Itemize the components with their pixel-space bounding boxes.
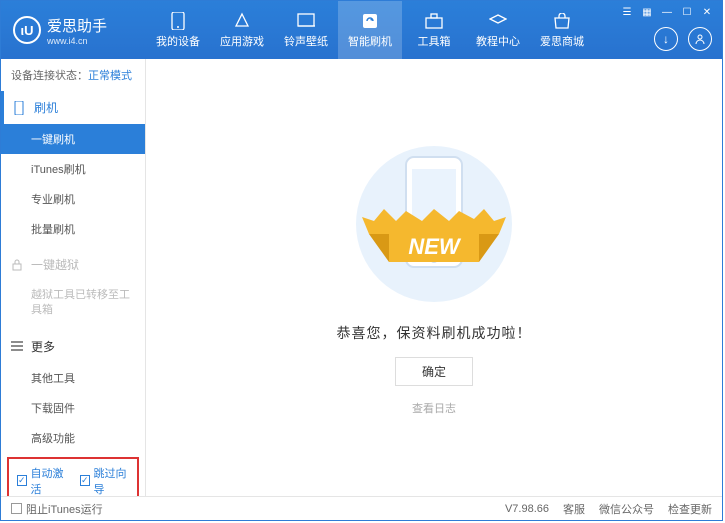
sidebar-item-jailbreak-note: 越狱工具已转移至工具箱 [1,281,145,326]
user-button[interactable] [688,27,712,51]
nav-tabs: 我的设备 应用游戏 铃声壁纸 智能刷机 工具箱 教程中心 [146,1,594,59]
body: 设备连接状态：正常模式 刷机 一键刷机 iTunes刷机 专业刷机 批量刷机 一… [1,59,722,496]
options-highlight-box: ✓ 自动激活 ✓ 跳过向导 [7,457,139,496]
logo-icon: ιU [13,16,41,44]
device-status: 设备连接状态：正常模式 [1,59,145,91]
menu-icon[interactable]: ☰ [618,5,636,19]
window-controls: ☰ ▦ — ☐ ✕ [618,5,716,19]
sidebar-item-pro-flash[interactable]: 专业刷机 [1,184,145,214]
logo-area: ιU 爱思助手 www.i4.cn [1,15,146,46]
lock-icon [11,259,25,271]
view-log-link[interactable]: 查看日志 [412,400,456,416]
phone-icon [168,12,188,30]
phone-illustration: NEW [334,139,534,309]
store-icon [552,12,572,30]
sidebar-item-download-fw[interactable]: 下载固件 [1,393,145,423]
brand-text: 爱思助手 www.i4.cn [47,15,107,46]
checkbox-icon: ✓ [17,475,27,486]
nav-tab-tutorial[interactable]: 教程中心 [466,1,530,59]
success-panel: NEW 恭喜您，保资料刷机成功啦！ 确定 查看日志 [146,59,722,496]
service-link[interactable]: 客服 [563,501,585,517]
update-link[interactable]: 检查更新 [668,501,712,517]
flash-icon [360,12,380,30]
brand-name: 爱思助手 [47,15,107,36]
nav-tab-apps[interactable]: 应用游戏 [210,1,274,59]
main-content: NEW 恭喜您，保资料刷机成功啦！ 确定 查看日志 [146,59,722,496]
title-bar: ιU 爱思助手 www.i4.cn 我的设备 应用游戏 铃声壁纸 智能刷机 [1,1,722,59]
close-icon[interactable]: ✕ [698,5,716,19]
nav-tab-toolbox[interactable]: 工具箱 [402,1,466,59]
sidebar-item-itunes-flash[interactable]: iTunes刷机 [1,154,145,184]
minimize-icon[interactable]: — [658,5,676,19]
app-window: ιU 爱思助手 www.i4.cn 我的设备 应用游戏 铃声壁纸 智能刷机 [0,0,723,521]
wallpaper-icon [296,12,316,30]
new-badge-text: NEW [408,234,462,259]
checkbox-icon: ✓ [80,475,90,486]
sidebar-item-oneclick-flash[interactable]: 一键刷机 [1,124,145,154]
toolbox-icon [424,12,444,30]
header-right: ↓ [654,27,712,51]
sidebar-section-jailbreak: 一键越狱 [1,248,145,281]
sidebar-section-more[interactable]: 更多 [1,330,145,363]
more-icon [11,341,25,351]
sidebar-bottom: ✓ 自动激活 ✓ 跳过向导 iPhone 12 mini 64GB Down-1… [1,453,145,496]
tutorial-icon [488,12,508,30]
device-status-value: 正常模式 [88,70,132,82]
nav-tab-device[interactable]: 我的设备 [146,1,210,59]
sidebar-section-flash[interactable]: 刷机 [1,91,145,124]
wechat-link[interactable]: 微信公众号 [599,501,654,517]
brand-url: www.i4.cn [47,36,107,46]
phone-icon [14,101,28,115]
footer-right: V7.98.66 客服 微信公众号 检查更新 [505,501,712,517]
version-text: V7.98.66 [505,503,549,515]
skin-icon[interactable]: ▦ [638,5,656,19]
nav-tab-ringtone[interactable]: 铃声壁纸 [274,1,338,59]
maximize-icon[interactable]: ☐ [678,5,696,19]
footer-left: 阻止iTunes运行 [11,501,103,517]
success-message: 恭喜您，保资料刷机成功啦！ [337,323,532,343]
sidebar-item-batch-flash[interactable]: 批量刷机 [1,214,145,244]
ok-button[interactable]: 确定 [395,357,473,386]
sidebar-item-advanced[interactable]: 高级功能 [1,423,145,453]
sidebar-item-other-tools[interactable]: 其他工具 [1,363,145,393]
checkbox-auto-activate[interactable]: ✓ 自动激活 [17,465,66,496]
checkbox-icon [11,503,22,514]
footer: 阻止iTunes运行 V7.98.66 客服 微信公众号 检查更新 [1,496,722,520]
checkbox-block-itunes[interactable]: 阻止iTunes运行 [11,501,103,517]
apps-icon [232,12,252,30]
download-button[interactable]: ↓ [654,27,678,51]
sidebar: 设备连接状态：正常模式 刷机 一键刷机 iTunes刷机 专业刷机 批量刷机 一… [1,59,146,496]
nav-tab-store[interactable]: 爱思商城 [530,1,594,59]
nav-tab-flash[interactable]: 智能刷机 [338,1,402,59]
checkbox-skip-wizard[interactable]: ✓ 跳过向导 [80,465,129,496]
